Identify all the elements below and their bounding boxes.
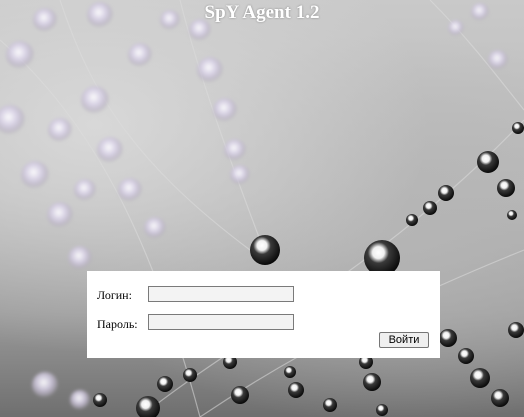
login-input[interactable]: [148, 286, 294, 302]
login-panel: Логин: Пароль: Войти: [87, 271, 440, 358]
login-button[interactable]: Войти: [379, 332, 429, 348]
login-label: Логин:: [97, 288, 132, 302]
password-input[interactable]: [148, 314, 294, 330]
app-title: SpY Agent 1.2: [204, 2, 320, 23]
password-label: Пароль:: [97, 317, 138, 331]
